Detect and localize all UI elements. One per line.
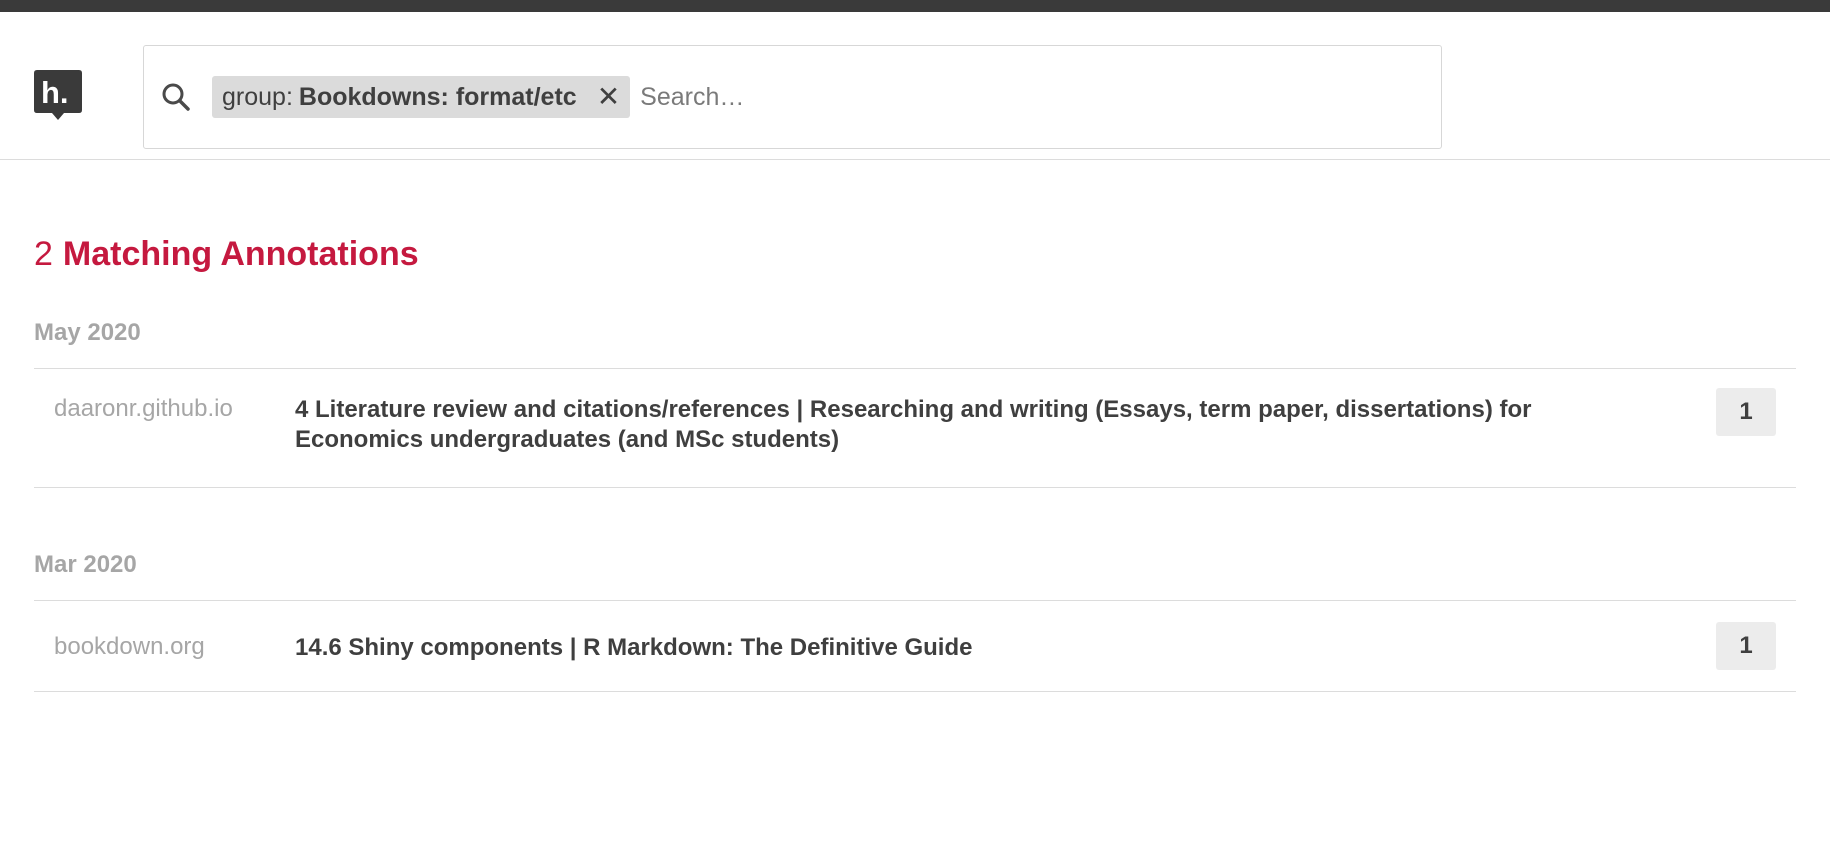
app-header: h. group: Bookdowns: format/etc ✕ (0, 12, 1830, 160)
search-icon[interactable] (160, 81, 192, 113)
item-title[interactable]: 14.6 Shiny components | R Markdown: The … (295, 633, 1716, 663)
annotation-count-badge[interactable]: 1 (1716, 388, 1776, 436)
chip-key: group: (222, 82, 293, 111)
annotation-count-badge[interactable]: 1 (1716, 622, 1776, 670)
hypothesis-logo-icon[interactable]: h. (34, 70, 82, 120)
item-title[interactable]: 4 Literature review and citations/refere… (295, 395, 1716, 455)
list-item[interactable]: bookdown.org 14.6 Shiny components | R M… (34, 600, 1796, 692)
chip-value: Bookdowns: format/etc (298, 82, 577, 111)
results-count: 2 (34, 234, 53, 273)
group-heading: May 2020 (34, 319, 141, 346)
browser-top-strip (0, 0, 1830, 12)
svg-text:h.: h. (41, 75, 69, 110)
group-filter-chip: group: Bookdowns: format/etc ✕ (212, 76, 631, 118)
item-domain[interactable]: bookdown.org (34, 633, 295, 661)
group-heading: Mar 2020 (34, 551, 137, 578)
item-domain[interactable]: daaronr.github.io (34, 395, 295, 423)
results-panel: 2 Matching Annotations May 2020 daaronr.… (34, 230, 1796, 692)
results-title: 2 Matching Annotations (34, 230, 1796, 278)
search-input[interactable] (640, 76, 1441, 118)
search-bar[interactable]: group: Bookdowns: format/etc ✕ (143, 45, 1442, 149)
list-item[interactable]: daaronr.github.io 4 Literature review an… (34, 368, 1796, 488)
results-label: Matching Annotations (62, 234, 419, 273)
close-icon[interactable]: ✕ (597, 83, 620, 111)
